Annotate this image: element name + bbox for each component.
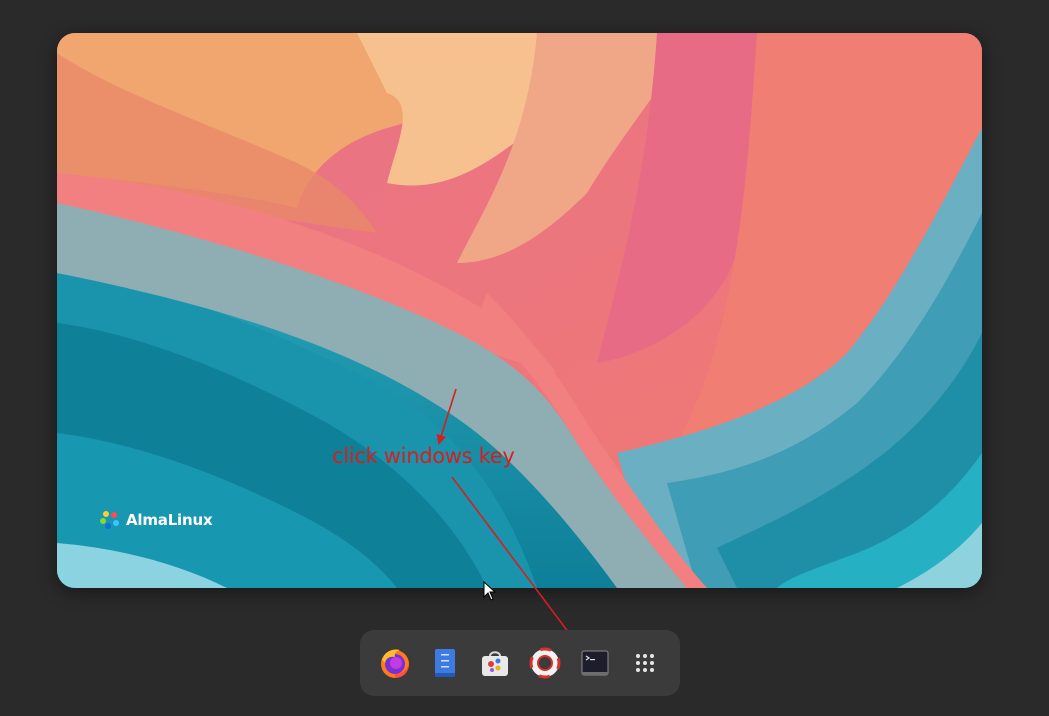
annotation-label: click windows key [332,444,515,468]
dock-item-help[interactable] [525,643,565,683]
dock-item-text-editor[interactable] [425,643,465,683]
almalinux-logo-icon [100,511,119,529]
terminal-icon [581,650,609,676]
mouse-pointer-icon [483,581,497,601]
workspace-thumbnail[interactable]: AlmaLinux [57,33,982,588]
dock-item-firefox[interactable] [375,643,415,683]
software-store-icon [482,651,508,676]
wallpaper [57,33,982,588]
dock-item-software[interactable] [475,643,515,683]
dock [360,630,680,696]
app-grid-icon [636,654,654,672]
almalinux-logo: AlmaLinux [99,509,213,531]
dock-item-terminal[interactable] [575,643,615,683]
help-lifebuoy-icon [529,647,561,679]
firefox-icon [381,649,409,678]
almalinux-logo-text: AlmaLinux [126,511,213,529]
dock-item-show-applications[interactable] [625,643,665,683]
text-editor-icon [435,649,455,677]
